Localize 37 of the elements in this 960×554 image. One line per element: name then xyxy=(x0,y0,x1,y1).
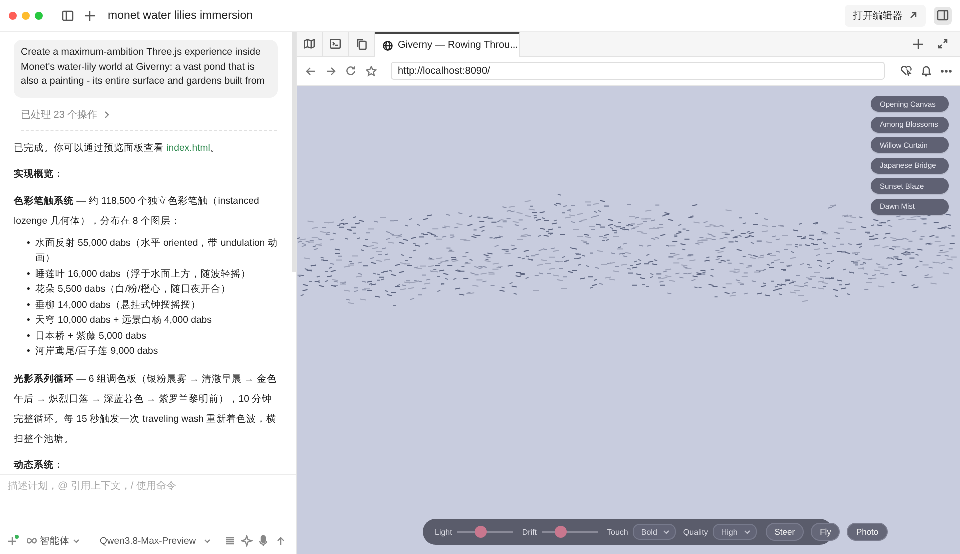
control-button[interactable]: Photo xyxy=(847,523,888,541)
list-item: 水面反射 55,000 dabs（水平 oriented，带 undulation 动画） xyxy=(35,236,278,266)
list-item: 河岸鸢尾/百子莲 9,000 dabs xyxy=(35,345,158,359)
prompt-card: Create a maximum-ambition Three.js experience inside Monet's water-lily world at Giverny: a vast pond that is also a painting - its entire surface and gardens built from xyxy=(14,40,278,98)
message-paragraph: 色彩笔触系统 — 约 118,500 个独立色彩笔触（instanced lozenge 几何体），分布在 8 个图层： xyxy=(14,194,260,228)
message-paragraph: 已完成。你可以通过预览面板查看 index.html。 xyxy=(14,142,222,156)
section-heading: 动态系统： xyxy=(14,458,65,472)
list-item: 睡莲叶 16,000 dabs（浮于水面上方，随波轻摇） xyxy=(35,268,251,282)
message-paragraph: 光影系列循环 — 6 组调色板（银粉晨雾 → 清澈早晨 → 金色午后 → 炽烈日落 → 深蓝暮色 → 紫罗兰黎明前），10 分钟完整循环。每 15 秒触发一次 traveling wash 重新着色波，横扫整个池塘。 xyxy=(14,372,278,446)
list-item: 天穹 10,000 dabs + 远景白杨 4,000 dabs xyxy=(35,314,212,328)
browser-tab[interactable]: Giverny — Rowing Throu... xyxy=(375,32,520,57)
open-editor-button[interactable]: 打开编辑器 xyxy=(845,4,926,26)
select-label: Quality xyxy=(683,528,708,536)
bullet: • xyxy=(27,236,30,250)
bullet: • xyxy=(27,298,30,312)
mode-dropdown[interactable]: 智能体 xyxy=(27,534,80,548)
window-title: monet water lilies immersion xyxy=(108,10,254,22)
list-item: 花朵 5,500 dabs（白/粉/橙心，随日夜开合） xyxy=(35,283,231,297)
model-dropdown[interactable]: Qwen3.8-Max-Preview xyxy=(100,536,212,546)
processed-steps-toggle[interactable]: 已处理 23 个操作 xyxy=(21,108,110,122)
file-link[interactable]: index.html xyxy=(166,142,210,154)
bullet: • xyxy=(27,268,30,282)
slider-label: Light xyxy=(435,528,452,536)
slider-label: Drift xyxy=(522,528,538,536)
select-dropdown[interactable]: Bold xyxy=(633,524,676,540)
select-dropdown[interactable]: High xyxy=(713,524,757,540)
select-label: Touch xyxy=(607,528,628,536)
address-field[interactable]: http://localhost:8090/ xyxy=(391,62,885,80)
bullet: • xyxy=(27,314,30,328)
section-heading: 实现概览： xyxy=(14,168,65,182)
control-button[interactable]: Steer xyxy=(766,523,804,541)
control-button[interactable]: Fly xyxy=(811,523,840,541)
bullet: • xyxy=(27,345,30,359)
list-item: 垂柳 14,000 dabs（悬挂式钟摆摇摆） xyxy=(35,298,201,312)
list-item: 日本桥 + 紫藤 5,000 dabs xyxy=(35,330,146,344)
bullet: • xyxy=(27,330,30,344)
bullet: • xyxy=(27,283,30,297)
